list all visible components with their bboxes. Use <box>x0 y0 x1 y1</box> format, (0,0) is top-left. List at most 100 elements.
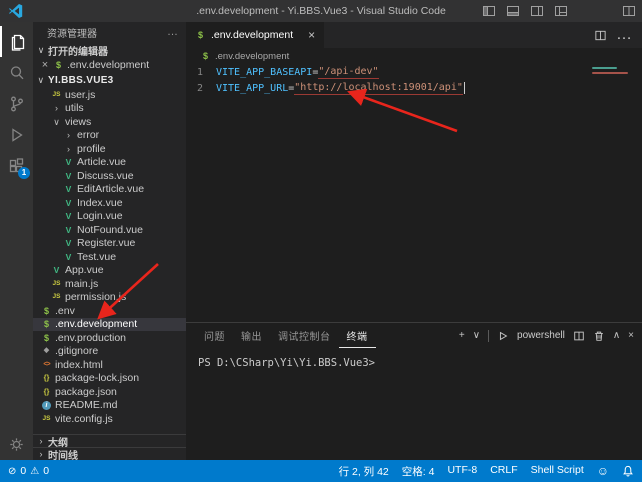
token-str: "/api-dev" <box>318 66 378 79</box>
problems-status[interactable]: ⊘ 0 ⚠ 0 <box>8 465 49 477</box>
split-editor-icon[interactable] <box>594 29 607 42</box>
feedback-smiley-icon[interactable]: ☺ <box>597 465 609 477</box>
toggle-secondary-sidebar-icon[interactable] <box>530 4 544 18</box>
tree-item-label: .gitignore <box>55 345 98 357</box>
tree-item-profile[interactable]: ›profile <box>33 142 186 156</box>
vscode-logo-icon <box>8 3 24 19</box>
tree-item-package.json[interactable]: {}package.json <box>33 385 186 399</box>
tree-item-user.js[interactable]: JSuser.js <box>33 88 186 102</box>
close-panel-icon[interactable]: × <box>628 330 634 341</box>
tab-close-icon[interactable]: × <box>308 28 315 42</box>
toggle-panel-icon[interactable] <box>506 4 520 18</box>
token-var: VITE_APP_URL <box>216 83 288 94</box>
tree-item-README.md[interactable]: iREADME.md <box>33 399 186 413</box>
tree-item-App.vue[interactable]: VApp.vue <box>33 264 186 278</box>
terminal-dropdown-icon[interactable]: ∨ <box>473 330 480 341</box>
tree-item-label: utils <box>65 102 84 114</box>
status-items-container: 行 2, 列 42 空格: 4 UTF-8 CRLF Shell Script <box>339 464 584 479</box>
tree-item-.env.development[interactable]: $.env.development <box>33 318 186 332</box>
vue-icon: V <box>63 238 74 248</box>
tab-label: .env.development <box>211 29 293 41</box>
sidebar-more-actions-icon[interactable]: … <box>167 26 178 38</box>
tree-item-Test.vue[interactable]: VTest.vue <box>33 250 186 264</box>
tree-item-label: .env.production <box>55 332 126 344</box>
panel-tab-4[interactable]: 终端 <box>339 323 376 348</box>
tree-item-label: index.html <box>55 359 103 371</box>
tree-item-label: main.js <box>65 278 98 290</box>
maximize-panel-icon[interactable]: ∧ <box>613 330 620 341</box>
vue-icon: V <box>51 265 62 275</box>
tree-item-error[interactable]: ›error <box>33 129 186 143</box>
timeline-section[interactable]: › 时间线 <box>33 447 186 460</box>
chevron-right-icon: › <box>63 130 74 140</box>
breadcrumb[interactable]: $ .env.development <box>186 48 642 64</box>
terminal-output[interactable]: PS D:\CSharp\Yi\Yi.BBS.Vue3> <box>186 348 642 369</box>
settings-gear-icon[interactable] <box>0 435 33 454</box>
tree-item-Discuss.vue[interactable]: VDiscuss.vue <box>33 169 186 183</box>
tree-item-index.html[interactable]: <>index.html <box>33 358 186 372</box>
vue-icon: V <box>63 211 74 221</box>
tree-item-views[interactable]: ∨views <box>33 115 186 129</box>
text-cursor <box>464 82 465 94</box>
explorer-icon[interactable] <box>0 26 33 57</box>
open-editor-env-development[interactable]: × $ .env.development <box>33 58 186 72</box>
tree-item-label: Article.vue <box>77 156 126 168</box>
minimap[interactable] <box>592 67 632 77</box>
tree-item-package-lock.json[interactable]: {}package-lock.json <box>33 372 186 386</box>
tree-item-label: EditArticle.vue <box>77 183 144 195</box>
tree-item-label: package-lock.json <box>55 372 139 384</box>
status-item-2[interactable]: 空格: 4 <box>402 464 435 479</box>
terminal-shell-label[interactable]: powershell <box>517 330 565 341</box>
toggle-sidebar-icon[interactable] <box>482 4 496 18</box>
split-editor-layout-icon[interactable] <box>622 4 636 18</box>
tree-item-label: Test.vue <box>77 251 116 263</box>
tree-item-Index.vue[interactable]: VIndex.vue <box>33 196 186 210</box>
tree-item-.gitignore[interactable]: ◆.gitignore <box>33 345 186 359</box>
status-item-3[interactable]: UTF-8 <box>447 464 477 479</box>
tree-item-Register.vue[interactable]: VRegister.vue <box>33 237 186 251</box>
tree-item-label: package.json <box>55 386 117 398</box>
panel-tab-3[interactable]: 调试控制台 <box>270 323 339 348</box>
tree-item-vite.config.js[interactable]: JSvite.config.js <box>33 412 186 426</box>
close-editor-icon[interactable]: × <box>40 59 50 71</box>
tree-item-label: Login.vue <box>77 210 123 222</box>
tree-item-Login.vue[interactable]: VLogin.vue <box>33 210 186 224</box>
tree-item-label: permission.js <box>65 291 126 303</box>
status-item-1[interactable]: 行 2, 列 42 <box>339 464 389 479</box>
tree-item-.env.production[interactable]: $.env.production <box>33 331 186 345</box>
code-line-2[interactable]: 2VITE_APP_URL="http://localhost:19001/ap… <box>186 80 642 96</box>
tree-item-utils[interactable]: ›utils <box>33 102 186 116</box>
search-icon[interactable] <box>0 57 33 88</box>
bottom-panel: 问题输出调试控制台终端 + ∨ powershell ∧ × PS D:\CSh… <box>186 322 642 460</box>
tree-item-.env[interactable]: $.env <box>33 304 186 318</box>
extensions-icon[interactable]: 1 <box>0 150 33 181</box>
tree-item-NotFound.vue[interactable]: VNotFound.vue <box>33 223 186 237</box>
source-control-icon[interactable] <box>0 88 33 119</box>
split-terminal-icon[interactable] <box>573 330 585 342</box>
editor-more-actions-icon[interactable]: … <box>616 26 632 44</box>
tree-item-Article.vue[interactable]: VArticle.vue <box>33 156 186 170</box>
sidebar-header: 资源管理器 … <box>33 22 186 42</box>
terminal-prompt: PS D:\CSharp\Yi\Yi.BBS.Vue3> <box>198 357 375 369</box>
code-line-1[interactable]: 1VITE_APP_BASEAPI="/api-dev" <box>186 64 642 80</box>
notifications-bell-icon[interactable] <box>622 465 634 478</box>
panel-tab-2[interactable]: 输出 <box>233 323 270 348</box>
new-terminal-icon[interactable]: + <box>459 330 465 341</box>
status-item-5[interactable]: Shell Script <box>531 464 584 479</box>
tree-item-main.js[interactable]: JSmain.js <box>33 277 186 291</box>
outline-section[interactable]: › 大纲 <box>33 434 186 447</box>
status-item-4[interactable]: CRLF <box>490 464 517 479</box>
customize-layout-icon[interactable] <box>554 4 568 18</box>
kill-terminal-trash-icon[interactable] <box>593 330 605 342</box>
tree-item-permission.js[interactable]: JSpermission.js <box>33 291 186 305</box>
workspace-section[interactable]: ∨ YI.BBS.VUE3 <box>33 72 186 88</box>
activity-bar: 1 <box>0 22 33 460</box>
open-editors-section[interactable]: ∨ 打开的编辑器 <box>33 42 186 58</box>
tree-item-EditArticle.vue[interactable]: VEditArticle.vue <box>33 183 186 197</box>
launch-profile-icon[interactable] <box>497 330 509 342</box>
panel-tab-1[interactable]: 问题 <box>196 323 233 348</box>
run-debug-icon[interactable] <box>0 119 33 150</box>
chevron-down-icon: ∨ <box>36 45 46 56</box>
warning-icon: ⚠ <box>30 466 39 477</box>
tab-env-development[interactable]: $ .env.development × <box>186 22 324 48</box>
